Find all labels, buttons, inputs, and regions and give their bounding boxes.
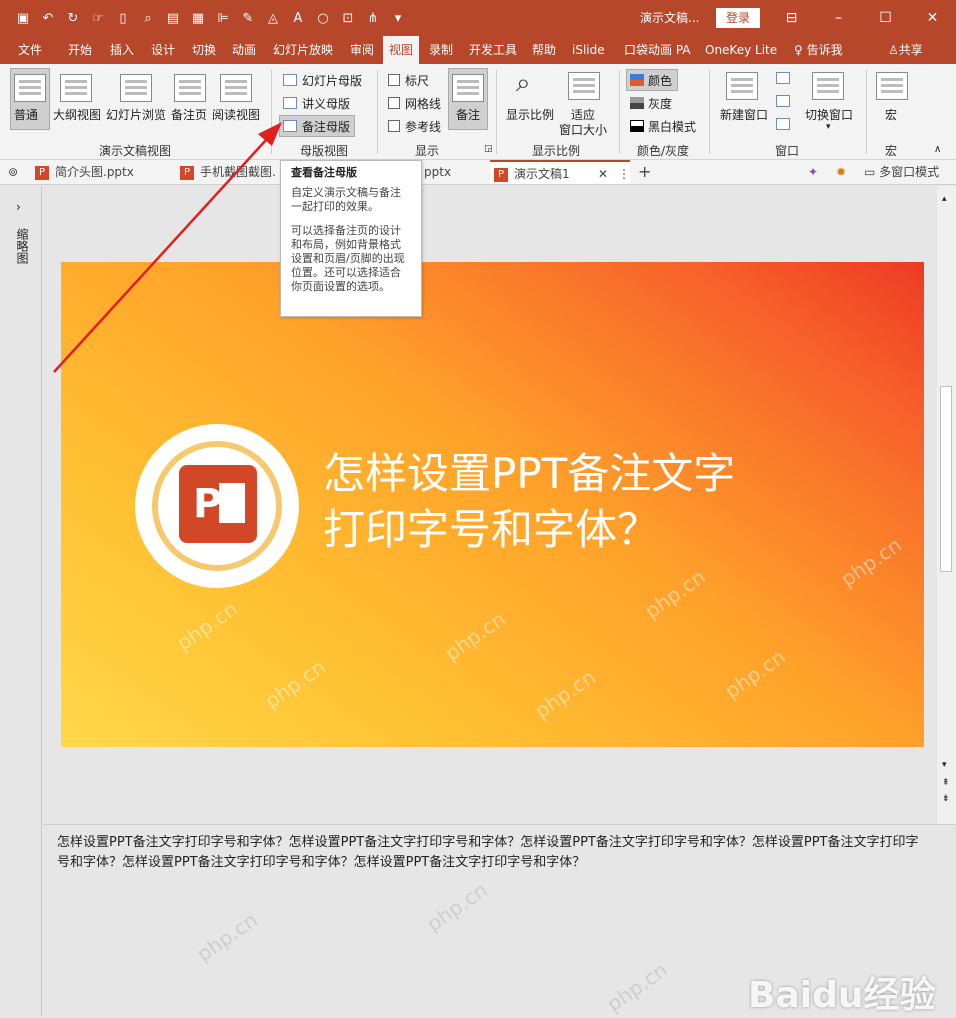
annotation-arrow-icon xyxy=(53,122,282,373)
